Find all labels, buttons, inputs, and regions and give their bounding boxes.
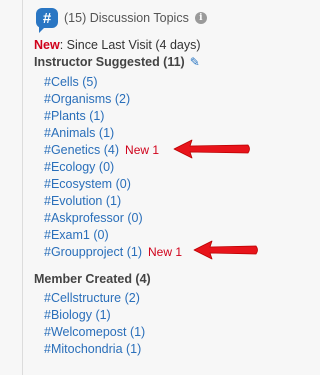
list-item: #Welcomepost (1): [44, 324, 145, 341]
topic-link-exam1[interactable]: #Exam1 (0): [44, 227, 109, 244]
topic-link-evolution[interactable]: #Evolution (1): [44, 193, 121, 210]
topic-link-cellstructure[interactable]: #Cellstructure (2): [44, 290, 140, 307]
list-item: #Evolution (1): [44, 193, 182, 210]
list-item: #Plants (1): [44, 108, 182, 125]
since-last-visit: New: Since Last Visit (4 days): [34, 38, 201, 52]
list-item: #Ecosystem (0): [44, 176, 182, 193]
topic-link-cells[interactable]: #Cells (5): [44, 74, 98, 91]
annotation-arrow-icon: [193, 240, 258, 260]
member-topic-list: #Cellstructure (2) #Biology (1) #Welcome…: [44, 290, 145, 358]
topic-link-mitochondria[interactable]: #Mitochondria (1): [44, 341, 141, 358]
list-item: #Groupproject (1) New 1: [44, 244, 182, 261]
member-title-label: Member Created (4): [34, 272, 151, 286]
pencil-icon[interactable]: ✎: [190, 55, 200, 69]
hash-icon: #: [36, 8, 58, 33]
list-item: #Biology (1): [44, 307, 145, 324]
list-item: #Askprofessor (0): [44, 210, 182, 227]
topic-link-animals[interactable]: #Animals (1): [44, 125, 114, 142]
member-section-title: Member Created (4): [34, 272, 151, 286]
discussion-header: # (15) Discussion Topics i: [36, 6, 207, 33]
topic-link-askprofessor[interactable]: #Askprofessor (0): [44, 210, 143, 227]
topic-link-groupproject[interactable]: #Groupproject (1): [44, 244, 142, 261]
new-badge: New 1: [147, 245, 182, 259]
instructor-title-label: Instructor Suggested (11): [34, 55, 185, 69]
list-item: #Organisms (2): [44, 91, 182, 108]
topic-link-biology[interactable]: #Biology (1): [44, 307, 111, 324]
since-text: : Since Last Visit (4 days): [59, 38, 201, 52]
list-item: #Mitochondria (1): [44, 341, 145, 358]
list-item: #Genetics (4) New 1: [44, 142, 182, 159]
list-item: #Ecology (0): [44, 159, 182, 176]
list-item: #Cells (5): [44, 74, 182, 91]
topic-link-welcomepost[interactable]: #Welcomepost (1): [44, 324, 145, 341]
topic-link-genetics[interactable]: #Genetics (4): [44, 142, 119, 159]
discussion-topics-panel: # (15) Discussion Topics i New: Since La…: [0, 0, 265, 375]
list-item: #Exam1 (0): [44, 227, 182, 244]
instructor-section-title: Instructor Suggested (11) ✎: [34, 55, 200, 69]
topic-link-plants[interactable]: #Plants (1): [44, 108, 104, 125]
new-badge: New 1: [125, 143, 160, 157]
instructor-topic-list: #Cells (5) #Organisms (2) #Plants (1) #A…: [44, 74, 182, 261]
topic-link-ecology[interactable]: #Ecology (0): [44, 159, 114, 176]
topic-link-ecosystem[interactable]: #Ecosystem (0): [44, 176, 131, 193]
annotation-arrow-icon: [173, 139, 250, 159]
topic-count: (15) Discussion Topics: [64, 11, 189, 25]
new-label: New: [34, 38, 60, 52]
list-item: #Animals (1): [44, 125, 182, 142]
topic-link-organisms[interactable]: #Organisms (2): [44, 91, 130, 108]
info-icon[interactable]: i: [194, 12, 207, 24]
list-item: #Cellstructure (2): [44, 290, 145, 307]
